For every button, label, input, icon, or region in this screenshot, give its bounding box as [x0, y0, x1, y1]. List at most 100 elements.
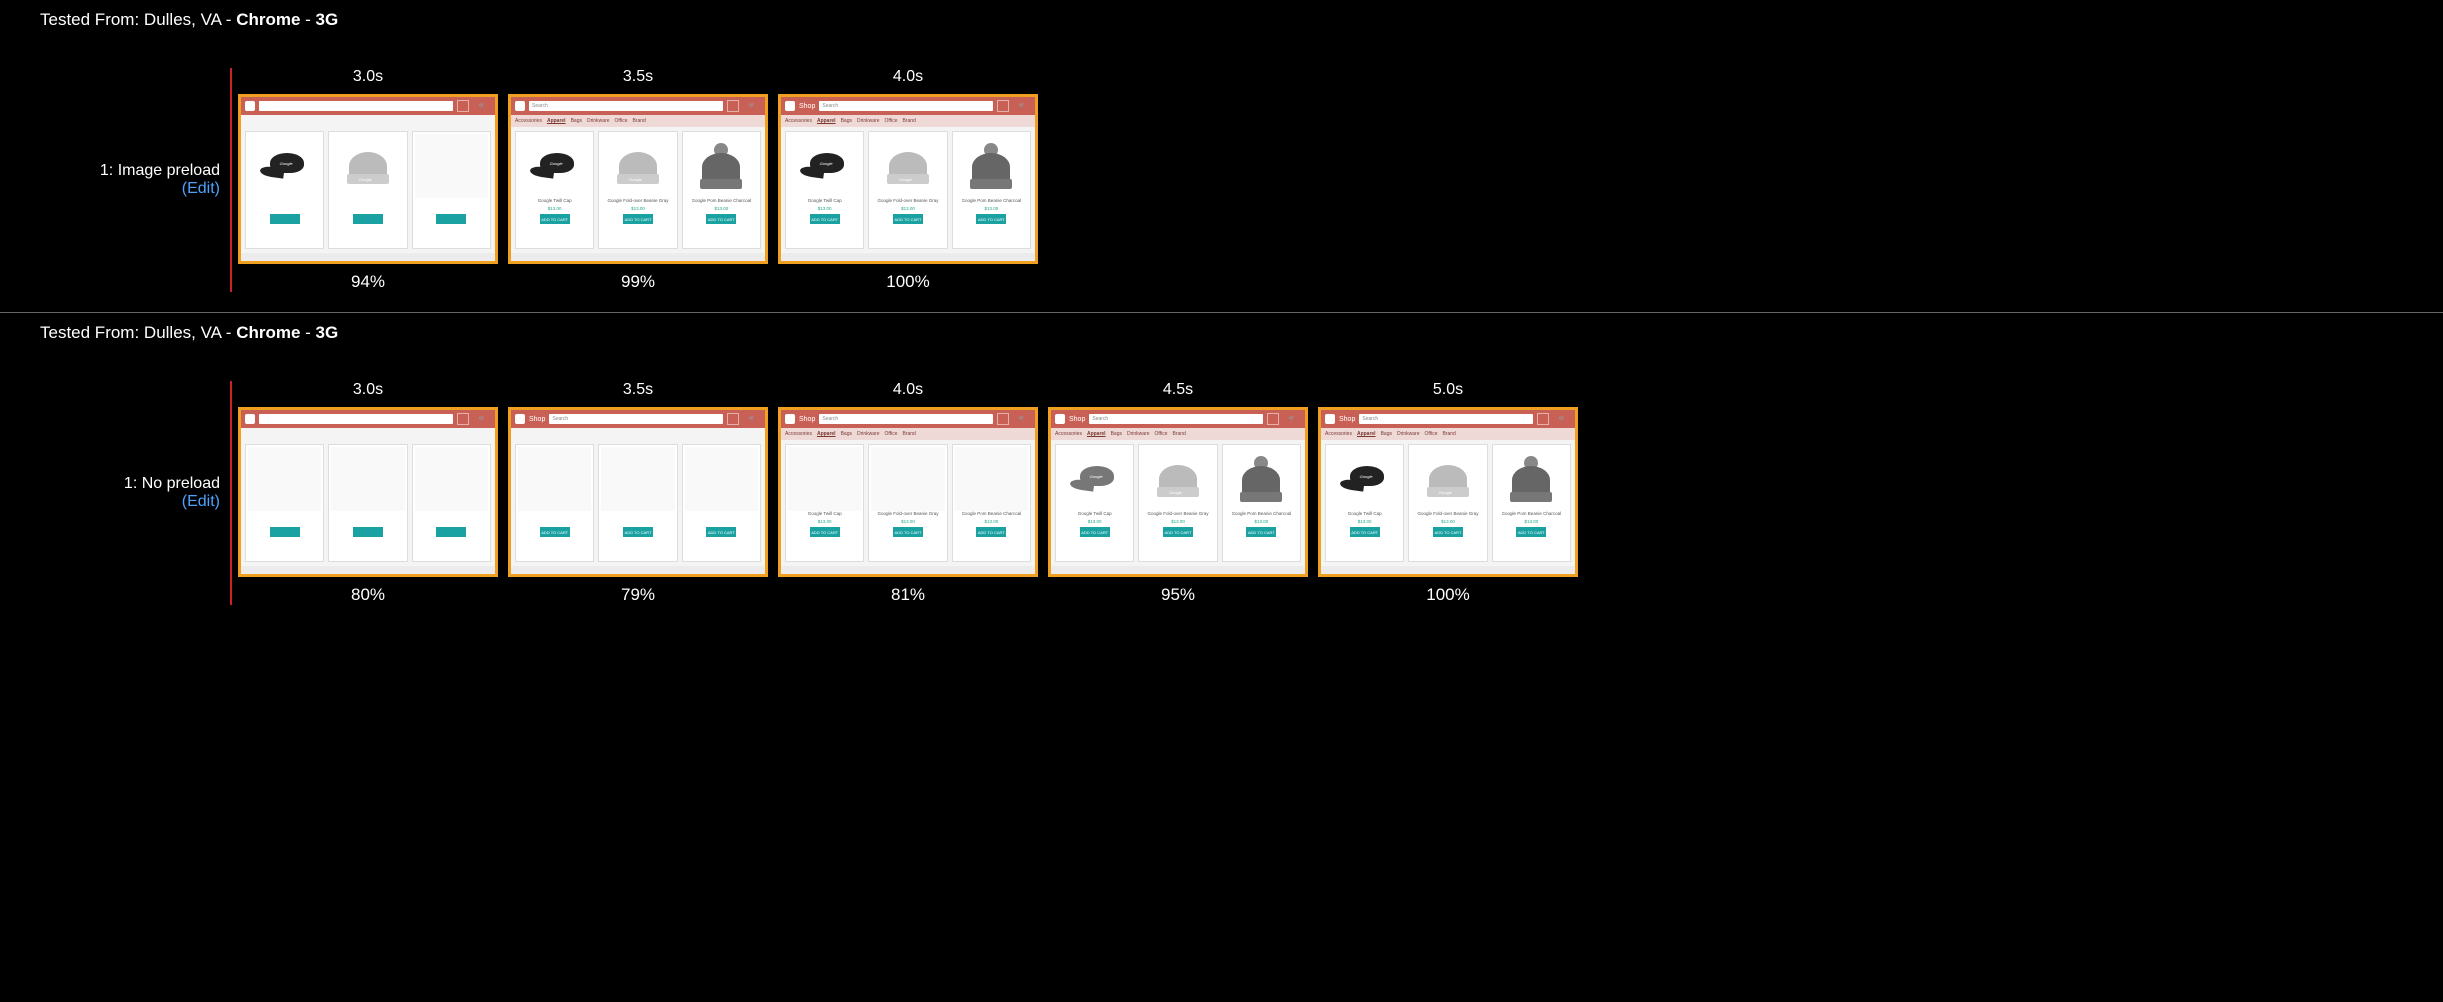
add-to-cart-button: ADD TO CART: [623, 214, 653, 224]
add-to-cart-button: ADD TO CART: [893, 527, 923, 537]
tested-from-label: Tested From: Dulles, VA - Chrome - 3G: [40, 323, 2403, 343]
page-thumbnail[interactable]: Search 🛒 AccessoriesApparelBagsDrinkware…: [508, 94, 768, 264]
add-to-cart-button: ADD TO CART: [1163, 527, 1193, 537]
product-grid: Google Google Twill Cap $13.00 ADD TO CA…: [781, 127, 1035, 253]
product-pom-beanie-icon: [1510, 456, 1552, 502]
visual-complete-percent: 79%: [621, 585, 655, 605]
product-name: Google Twill Cap: [808, 198, 842, 206]
shop-nav-item: Office: [1155, 431, 1168, 437]
shop-nav-item: Apparel: [1357, 431, 1376, 437]
product-placeholder: [871, 447, 944, 511]
shop-nav-item: Accessories: [785, 118, 812, 124]
page-thumbnail[interactable]: 🛒 AccessoriesApparelBagsDrinkwareOfficeB…: [238, 407, 498, 577]
cart-icon: 🛒: [1283, 414, 1301, 424]
shop-topbar: Shop Search 🛒: [781, 410, 1035, 428]
add-to-cart-button: ADD TO CART: [1516, 527, 1546, 537]
page-thumbnail[interactable]: Shop Search 🛒 AccessoriesApparelBagsDrin…: [778, 94, 1038, 264]
product-image: [871, 447, 944, 511]
shop-nav-item: Apparel: [547, 118, 566, 124]
product-image: [955, 134, 1028, 198]
product-card: Google Twill Cap $13.00 ADD TO CART: [785, 444, 864, 562]
product-image: [601, 447, 674, 511]
add-to-cart-button: [353, 214, 383, 224]
add-to-cart-button: ADD TO CART: [810, 527, 840, 537]
product-card: ADD TO CART: [515, 444, 594, 562]
product-image: Google: [1058, 447, 1131, 511]
shop-footer: [241, 253, 495, 261]
product-name: Google Pom Beanie Charcoal: [692, 198, 752, 206]
filmstrip-frame: 3.0s 🛒 AccessoriesApparelBagsDrinkwareOf…: [238, 381, 498, 605]
product-price: $13.00: [548, 206, 562, 212]
row-number: 1:: [100, 162, 118, 179]
page-thumbnail[interactable]: Shop Search 🛒 AccessoriesApparelBagsDrin…: [778, 407, 1038, 577]
page-thumbnail[interactable]: Shop Search 🛒 AccessoriesApparelBagsDrin…: [508, 407, 768, 577]
product-price: $13.00: [901, 519, 915, 525]
frame-time-label: 5.0s: [1433, 381, 1463, 401]
shop-nav-item: Brand: [902, 431, 915, 437]
frame-time-label: 4.0s: [893, 68, 923, 88]
search-input: Search: [819, 414, 993, 424]
product-name: Google Fold-over Beanie Gray: [1417, 511, 1478, 519]
product-card: Google Google Twill Cap $13.00 ADD TO CA…: [515, 131, 594, 249]
page-thumbnail[interactable]: Shop Search 🛒 AccessoriesApparelBagsDrin…: [1048, 407, 1308, 577]
shop-category-nav: AccessoriesApparelBagsDrinkwareOfficeBra…: [781, 115, 1035, 127]
page-thumbnail[interactable]: 🛒 AccessoriesApparelBagsDrinkwareOfficeB…: [238, 94, 498, 264]
search-icon: [997, 100, 1009, 112]
shopping-bag-icon: [515, 101, 525, 111]
filmstrip-frame: 4.0s Shop Search 🛒 AccessoriesApparelBag…: [778, 381, 1038, 605]
shop-nav-item: Brand: [632, 118, 645, 124]
product-cap-icon: Google: [1340, 462, 1390, 496]
page-thumbnail[interactable]: Shop Search 🛒 AccessoriesApparelBagsDrin…: [1318, 407, 1578, 577]
product-beanie-icon: Google: [887, 146, 929, 186]
product-card: Google Google Fold-over Beanie Gray $13.…: [868, 131, 947, 249]
product-placeholder: [788, 447, 861, 511]
product-card: Google Google Fold-over Beanie Gray $13.…: [598, 131, 677, 249]
add-to-cart-button: ADD TO CART: [1433, 527, 1463, 537]
search-icon: [727, 413, 739, 425]
shop-nav-item: Accessories: [1055, 431, 1082, 437]
edit-link[interactable]: (Edit): [182, 493, 220, 510]
tested-from-separator: -: [300, 10, 315, 29]
product-name: Google Pom Beanie Charcoal: [962, 198, 1022, 206]
shop-topbar: Shop Search 🛒: [1051, 410, 1305, 428]
product-image: [415, 447, 488, 511]
tested-from-label: Tested From: Dulles, VA - Chrome - 3G: [40, 10, 2403, 30]
search-icon: [727, 100, 739, 112]
product-card: Google: [245, 131, 324, 249]
shop-nav-item: Bags: [1381, 431, 1392, 437]
product-beanie-icon: Google: [1157, 459, 1199, 499]
shop-brand-label: Shop: [1069, 416, 1085, 423]
tested-from-browser: Chrome: [236, 323, 300, 342]
product-image: [331, 447, 404, 511]
frame-time-label: 3.0s: [353, 381, 383, 401]
product-card: Google Pom Beanie Charcoal $13.00 ADD TO…: [1492, 444, 1571, 562]
edit-link[interactable]: (Edit): [182, 180, 220, 197]
add-to-cart-button: ADD TO CART: [893, 214, 923, 224]
add-to-cart-button: ADD TO CART: [976, 527, 1006, 537]
product-pom-beanie-icon: [1240, 456, 1282, 502]
shop-footer: [241, 566, 495, 574]
product-placeholder: [955, 447, 1028, 511]
filmstrip-frame: 3.0s 🛒 AccessoriesApparelBagsDrinkwareOf…: [238, 68, 498, 292]
product-pom-beanie-icon: [700, 143, 742, 189]
search-input: Search: [529, 101, 723, 111]
filmstrip-section: Tested From: Dulles, VA - Chrome - 3G 1:…: [0, 0, 2443, 312]
search-icon: [1267, 413, 1279, 425]
row-label: 1: No preload (Edit): [40, 381, 230, 605]
product-card: [412, 131, 491, 249]
shop-nav-item: Brand: [1172, 431, 1185, 437]
visual-complete-percent: 100%: [886, 272, 929, 292]
product-name: Google Twill Cap: [808, 511, 842, 519]
tested-from-location: Dulles, VA -: [144, 323, 236, 342]
cart-icon: 🛒: [473, 414, 491, 424]
product-price: $13.00: [1254, 519, 1268, 525]
product-cap-icon: Google: [260, 149, 310, 183]
shop-category-nav: AccessoriesApparelBagsDrinkwareOfficeBra…: [1321, 428, 1575, 440]
product-price: $13.00: [818, 519, 832, 525]
product-grid: Google Google Twill Cap $13.00 ADD TO CA…: [511, 127, 765, 253]
frame-time-label: 4.0s: [893, 381, 923, 401]
product-grid: ADD TO CART ADD TO CART ADD TO CART: [511, 440, 765, 566]
shop-footer: [511, 253, 765, 261]
shop-footer: [511, 566, 765, 574]
product-placeholder: [415, 447, 488, 511]
